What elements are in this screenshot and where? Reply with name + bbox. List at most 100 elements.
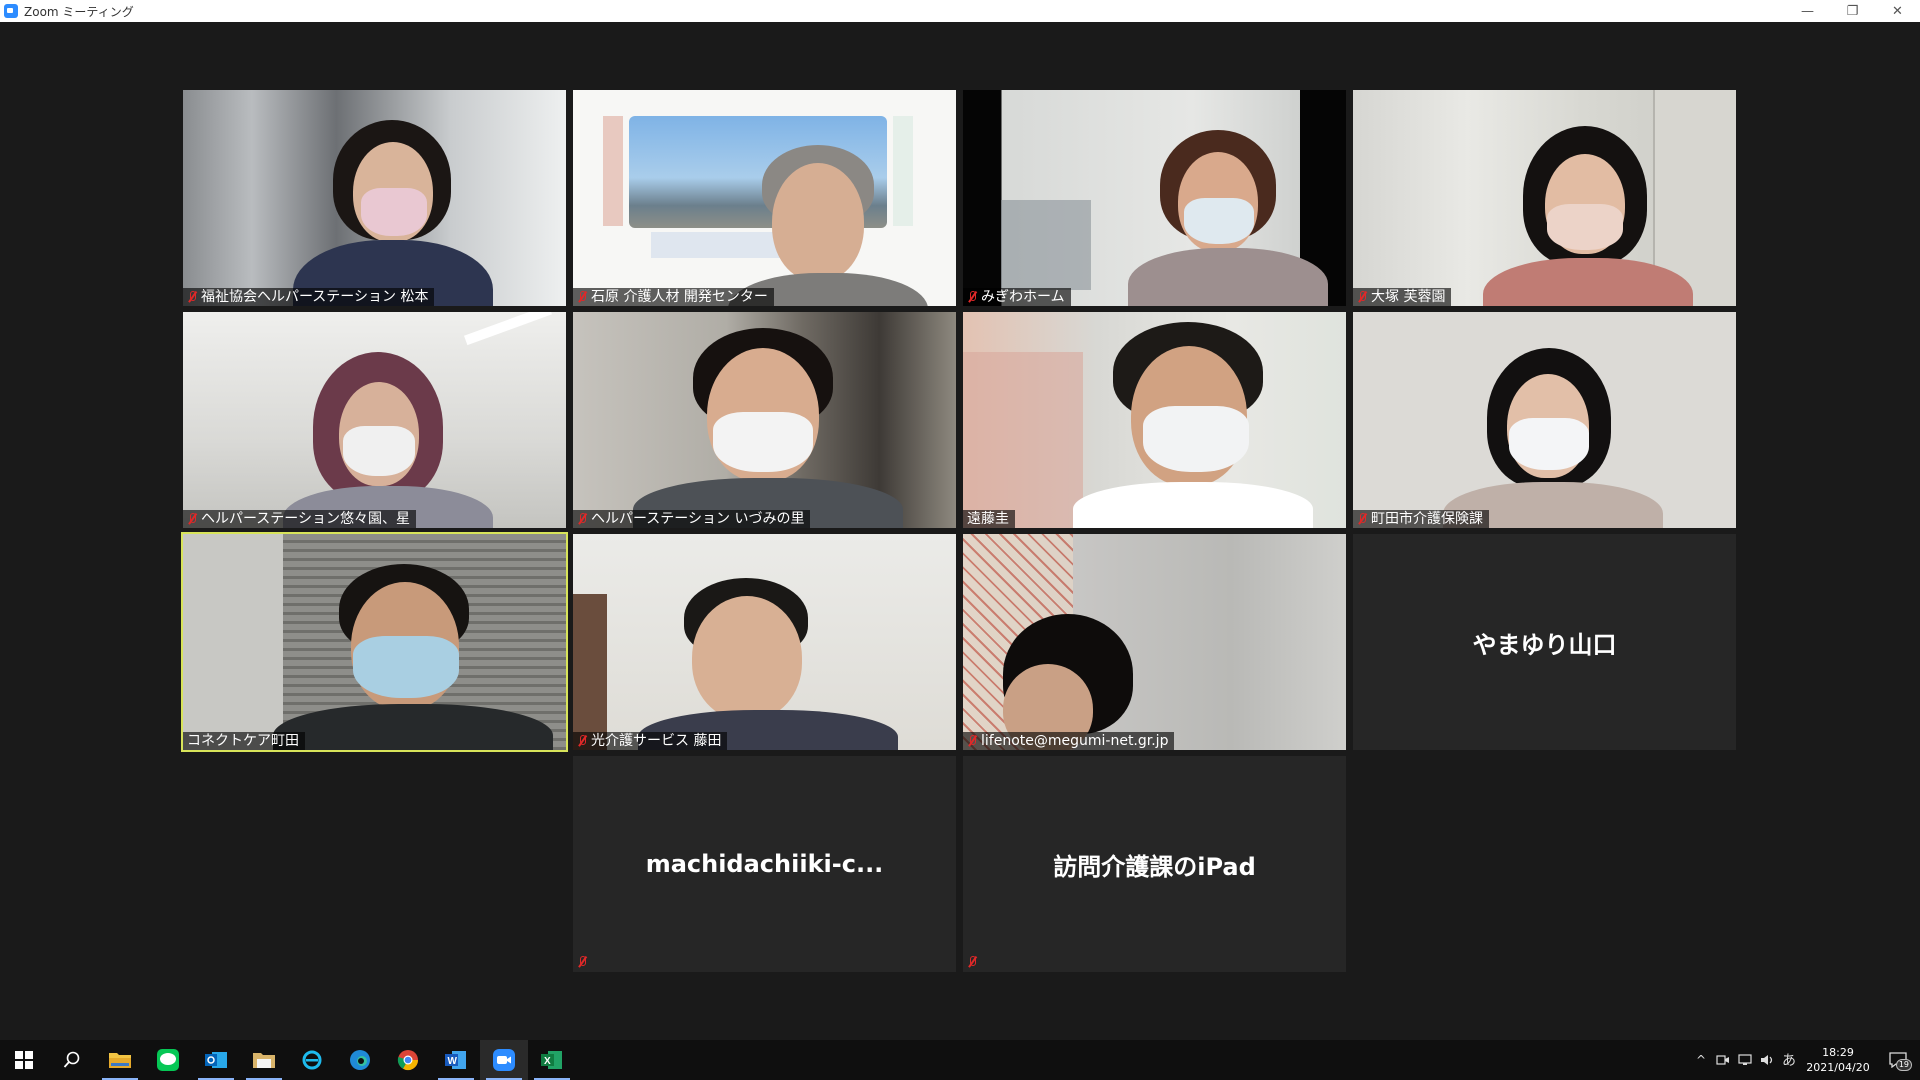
participant-video xyxy=(573,534,956,750)
participant-name: ヘルパーステーション いづみの里 xyxy=(591,511,805,527)
chrome-icon xyxy=(397,1050,419,1071)
zoom-button[interactable] xyxy=(480,1040,528,1080)
video-off-tile[interactable]: やまゆり山口 xyxy=(1353,534,1736,750)
participant-tile[interactable]: ヘルパーステーション いづみの里 xyxy=(573,312,956,528)
meet-now-icon[interactable] xyxy=(1712,1040,1734,1080)
file-manager-button[interactable] xyxy=(240,1040,288,1080)
participant-video xyxy=(963,90,1346,306)
muted-mic-icon xyxy=(577,956,587,968)
participant-name: ヘルパーステーション悠々園、星 xyxy=(201,511,411,527)
system-tray: ^ あ 18:29 2021/04/20 19 xyxy=(1690,1040,1920,1080)
participant-name: 福祉協会ヘルパーステーション 松本 xyxy=(201,289,429,305)
participant-name: 遠藤圭 xyxy=(967,511,1009,527)
participant-name: 光介護サービス 藤田 xyxy=(591,733,722,749)
excel-icon: X xyxy=(541,1051,562,1069)
gallery-view: 福祉協会ヘルパーステーション 松本 石原 介護人材 開発センター みぎわホーム … xyxy=(0,22,1920,1040)
muted-mic-icon xyxy=(577,513,587,525)
participant-name: コネクトケア町田 xyxy=(187,733,299,749)
word-button[interactable]: W xyxy=(432,1040,480,1080)
file-explorer-button[interactable] xyxy=(96,1040,144,1080)
excel-button[interactable]: X xyxy=(528,1040,576,1080)
outlook-button[interactable] xyxy=(192,1040,240,1080)
muted-mic-icon xyxy=(577,735,587,747)
participant-video xyxy=(963,534,1346,750)
windows-start-button[interactable] xyxy=(0,1040,48,1080)
participant-name: 町田市介護保険課 xyxy=(1371,511,1483,527)
muted-mic-icon xyxy=(577,291,587,303)
folder-icon xyxy=(109,1053,131,1068)
participant-tile[interactable]: 光介護サービス 藤田 xyxy=(573,534,956,750)
video-off-tile[interactable]: machidachiiki-c... xyxy=(573,756,956,972)
minimize-button[interactable]: — xyxy=(1785,0,1830,22)
edge-icon xyxy=(350,1050,370,1070)
participant-name: machidachiiki-c... xyxy=(645,850,884,878)
muted-mic-icon xyxy=(1357,291,1367,303)
ime-indicator[interactable]: あ xyxy=(1778,1040,1800,1080)
participant-video xyxy=(573,312,956,528)
participant-video xyxy=(1353,312,1736,528)
participant-name: みぎわホーム xyxy=(981,289,1065,305)
participant-video xyxy=(573,90,956,306)
windows-taskbar: W X ^ あ 18:29 2021/04/20 19 xyxy=(0,1040,1920,1080)
network-icon[interactable] xyxy=(1734,1040,1756,1080)
search-button[interactable] xyxy=(48,1040,96,1080)
muted-mic-icon xyxy=(967,956,977,968)
action-center-button[interactable]: 19 xyxy=(1876,1040,1920,1080)
window-controls: — ❐ ✕ xyxy=(1785,0,1920,22)
outlook-icon xyxy=(205,1052,227,1068)
participant-video xyxy=(183,312,566,528)
zoom-app-icon xyxy=(4,4,18,18)
participant-tile[interactable]: 遠藤圭 xyxy=(963,312,1346,528)
line-app-button[interactable] xyxy=(144,1040,192,1080)
participant-nameplate: 福祉協会ヘルパーステーション 松本 xyxy=(183,288,435,306)
participant-nameplate: 町田市介護保険課 xyxy=(1353,510,1489,528)
word-icon: W xyxy=(445,1051,466,1069)
participant-name: やまゆり山口 xyxy=(1472,630,1617,659)
chrome-button[interactable] xyxy=(384,1040,432,1080)
taskbar-clock[interactable]: 18:29 2021/04/20 xyxy=(1800,1045,1876,1075)
zoom-icon xyxy=(493,1049,515,1071)
close-button[interactable]: ✕ xyxy=(1875,0,1920,22)
muted-mic-icon xyxy=(1357,513,1367,525)
participant-tile[interactable]: 石原 介護人材 開発センター xyxy=(573,90,956,306)
participant-nameplate: みぎわホーム xyxy=(963,288,1071,306)
volume-icon[interactable] xyxy=(1756,1040,1778,1080)
participant-name: 石原 介護人材 開発センター xyxy=(591,289,768,305)
participant-tile[interactable]: みぎわホーム xyxy=(963,90,1346,306)
video-off-tile[interactable]: 訪問介護課のiPad xyxy=(963,756,1346,972)
restore-button[interactable]: ❐ xyxy=(1830,0,1875,22)
participant-nameplate: ヘルパーステーション いづみの里 xyxy=(573,510,811,528)
participant-video xyxy=(963,312,1346,528)
windows-logo-icon xyxy=(15,1051,33,1069)
show-hidden-icons-button[interactable]: ^ xyxy=(1690,1040,1712,1080)
participant-nameplate: ヘルパーステーション悠々園、星 xyxy=(183,510,417,528)
clock-time: 18:29 xyxy=(1822,1046,1854,1059)
participant-tile[interactable]: 大塚 芙蓉園 xyxy=(1353,90,1736,306)
participant-name: lifenote@megumi-net.gr.jp xyxy=(981,733,1169,749)
line-icon xyxy=(157,1049,179,1071)
participant-tile[interactable]: lifenote@megumi-net.gr.jp xyxy=(963,534,1346,750)
clock-date: 2021/04/20 xyxy=(1806,1061,1870,1074)
folder-icon xyxy=(253,1053,275,1068)
participant-nameplate: コネクトケア町田 xyxy=(183,732,305,750)
participant-tile[interactable]: ヘルパーステーション悠々園、星 xyxy=(183,312,566,528)
internet-explorer-icon xyxy=(302,1050,322,1070)
muted-mic-icon xyxy=(187,513,197,525)
participant-name: 大塚 芙蓉園 xyxy=(1371,289,1446,305)
participant-tile[interactable]: 町田市介護保険課 xyxy=(1353,312,1736,528)
participant-video xyxy=(183,90,566,306)
window-title: Zoom ミーティング xyxy=(24,4,134,19)
participant-video xyxy=(183,534,566,750)
edge-button[interactable] xyxy=(336,1040,384,1080)
participant-nameplate: 大塚 芙蓉園 xyxy=(1353,288,1452,306)
participant-tile[interactable]: 福祉協会ヘルパーステーション 松本 xyxy=(183,90,566,306)
svg-text:W: W xyxy=(448,1056,458,1067)
muted-mic-icon xyxy=(187,291,197,303)
participant-video xyxy=(1353,90,1736,306)
internet-explorer-button[interactable] xyxy=(288,1040,336,1080)
participant-nameplate: 光介護サービス 藤田 xyxy=(573,732,728,750)
participant-nameplate: 遠藤圭 xyxy=(963,510,1015,528)
participant-nameplate: lifenote@megumi-net.gr.jp xyxy=(963,732,1175,750)
notification-count-badge: 19 xyxy=(1895,1059,1912,1071)
active-speaker-tile[interactable]: コネクトケア町田 xyxy=(181,532,568,752)
